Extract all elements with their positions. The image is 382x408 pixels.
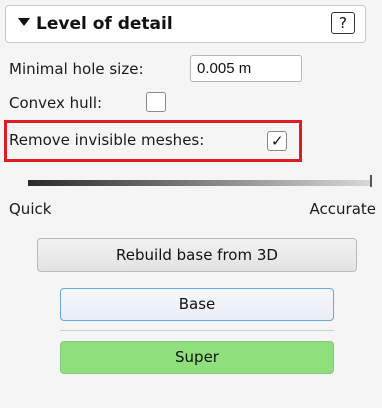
separator <box>60 330 334 331</box>
rebuild-base-button[interactable]: Rebuild base from 3D <box>37 238 357 272</box>
panel-header[interactable]: Level of detail ? <box>5 5 366 43</box>
panel-title: Level of detail <box>36 14 173 34</box>
checkmark-icon: ✓ <box>271 132 284 150</box>
help-button[interactable]: ? <box>331 12 355 34</box>
remove-invisible-meshes-checkbox[interactable]: ✓ <box>267 131 287 151</box>
convex-hull-checkbox[interactable] <box>146 92 166 112</box>
minimal-hole-size-label: Minimal hole size: <box>9 60 144 78</box>
minimal-hole-size-input[interactable] <box>190 55 302 82</box>
detail-slider-handle[interactable] <box>370 175 372 187</box>
collapse-triangle-icon[interactable] <box>18 18 30 26</box>
convex-hull-label: Convex hull: <box>9 94 103 112</box>
slider-min-label: Quick <box>9 200 52 218</box>
super-button[interactable]: Super <box>60 341 334 374</box>
slider-max-label: Accurate <box>309 200 376 218</box>
detail-slider-track[interactable] <box>28 180 372 186</box>
base-button[interactable]: Base <box>60 288 334 321</box>
remove-invisible-meshes-label: Remove invisible meshes: <box>9 131 205 149</box>
